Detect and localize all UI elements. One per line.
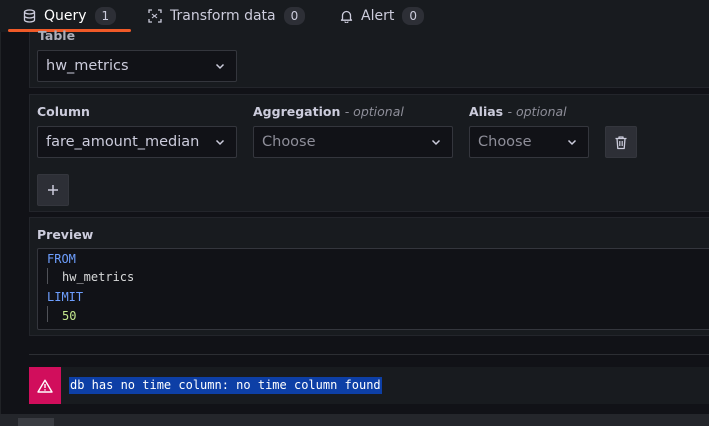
preview-section: Preview FROM hw_metrics LIMIT 50	[29, 217, 709, 336]
chevron-down-icon	[567, 139, 577, 146]
tab-transform-data[interactable]: Transform data 0	[148, 0, 306, 32]
sql-keyword-limit: LIMIT	[47, 290, 84, 304]
table-section: Table hw_metrics	[29, 28, 709, 88]
table-select[interactable]: hw_metrics	[37, 50, 237, 82]
aggregation-label-text: Aggregation	[253, 104, 341, 119]
error-alert: db has no time column: no time column fo…	[29, 367, 709, 404]
delete-column-button[interactable]	[605, 126, 637, 158]
tab-transform-label: Transform data	[170, 8, 276, 24]
sql-preview: FROM hw_metrics LIMIT 50	[37, 248, 709, 330]
scrollbar-thumb[interactable]	[18, 418, 54, 426]
bottom-scrollbar[interactable]	[0, 414, 709, 426]
chevron-down-icon	[215, 139, 225, 146]
column-select[interactable]: fare_amount_median	[37, 126, 237, 158]
tab-alert[interactable]: Alert 0	[339, 0, 424, 32]
tab-query-label: Query	[44, 8, 87, 24]
tab-alert-label: Alert	[361, 8, 395, 24]
chevron-down-icon	[431, 139, 441, 146]
alias-placeholder: Choose	[478, 134, 532, 150]
bell-icon	[339, 9, 353, 23]
aggregation-select[interactable]: Choose	[253, 126, 453, 158]
warning-icon	[37, 379, 53, 393]
database-icon	[22, 9, 36, 23]
table-label: Table	[38, 28, 76, 43]
tab-query-count: 1	[94, 7, 117, 25]
preview-label: Preview	[37, 227, 94, 242]
column-section: Column Aggregation - optional Alias - op…	[29, 94, 709, 212]
alias-optional-text: - optional	[507, 104, 567, 119]
chevron-down-icon	[215, 63, 225, 70]
transform-icon	[148, 9, 162, 23]
indent-guide	[47, 268, 48, 284]
error-message: db has no time column: no time column fo…	[69, 377, 382, 394]
section-divider	[29, 354, 709, 355]
alias-label-text: Alias	[469, 104, 504, 119]
trash-icon	[615, 135, 627, 149]
sql-keyword-from: FROM	[47, 252, 76, 266]
tab-transform-count: 0	[283, 7, 306, 25]
alert-badge	[29, 367, 61, 404]
query-editor-tabbar: Query 1 Transform data 0 Alert 0	[0, 0, 709, 32]
aggregation-label: Aggregation - optional	[253, 104, 404, 119]
sql-table-name: hw_metrics	[62, 270, 135, 284]
left-gutter	[0, 32, 29, 426]
column-label: Column	[37, 104, 90, 119]
aggregation-optional-text: - optional	[344, 104, 404, 119]
aggregation-placeholder: Choose	[262, 134, 316, 150]
plus-icon	[48, 185, 58, 195]
column-select-value: fare_amount_median	[46, 134, 200, 150]
alias-select[interactable]: Choose	[469, 126, 589, 158]
indent-guide	[47, 306, 48, 322]
tab-alert-count: 0	[402, 7, 424, 25]
sql-limit-value: 50	[62, 309, 77, 323]
add-column-button[interactable]	[37, 174, 69, 206]
table-select-value: hw_metrics	[46, 58, 129, 74]
alias-label: Alias - optional	[469, 104, 567, 119]
